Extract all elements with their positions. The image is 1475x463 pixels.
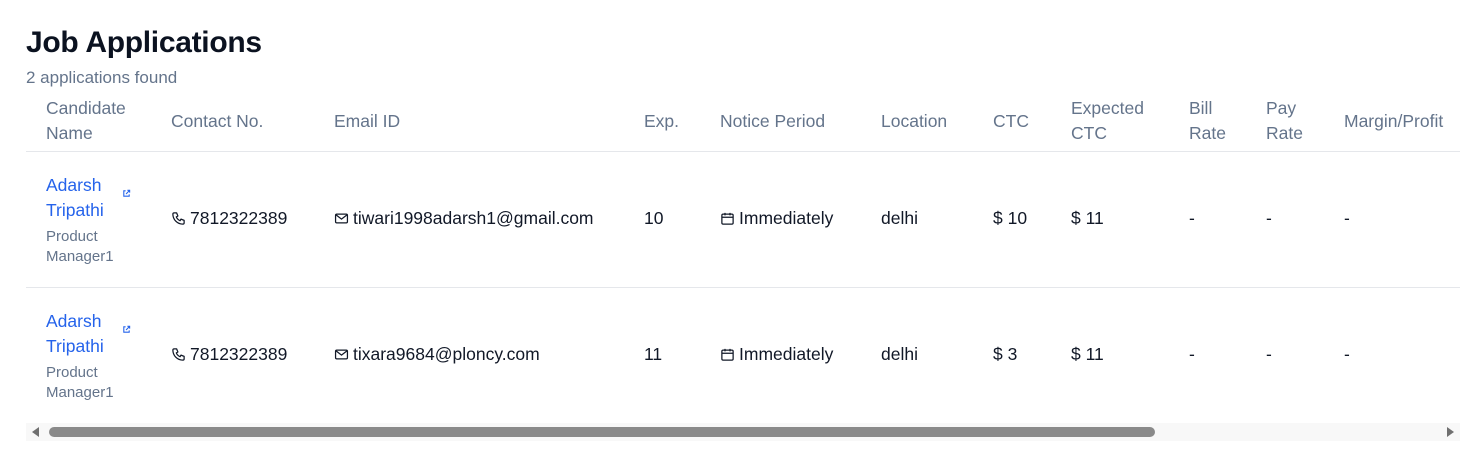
candidate-name-link[interactable]: Adarsh Tripathi [46,309,118,359]
scroll-left-arrow-icon[interactable] [32,427,39,437]
page-title: Job Applications [26,26,262,59]
pay-rate-value: - [1266,344,1272,364]
notice-period-value: Immediately [739,208,834,228]
external-link-icon[interactable] [122,325,131,334]
column-header-email[interactable]: Email ID [334,109,400,134]
candidate-role: Product Manager1 [46,228,114,265]
notice-period-value: Immediately [739,344,834,364]
ctc-value: $ 3 [993,344,1018,364]
mail-icon [334,213,349,224]
scrollbar-thumb[interactable] [49,427,1155,437]
job-applications-page: Job Applications 2 applications found Ca… [0,0,1475,463]
contact-number: 7812322389 [190,344,288,364]
location-value: delhi [881,344,918,364]
table-row: Adarsh Tripathi Product Manager1 7812322… [26,152,1460,288]
bill-rate-value: - [1189,208,1195,228]
table-row: Adarsh Tripathi Product Manager1 7812322… [26,288,1460,424]
contact-cell: 7812322389 [171,206,287,231]
email-cell: tiwari1998adarsh1@gmail.com [334,206,594,231]
location-value: delhi [881,208,918,228]
scroll-right-arrow-icon[interactable] [1447,427,1454,437]
column-header-margin[interactable]: Margin/Profit [1344,109,1443,134]
notice-period-cell: Immediately [720,206,833,231]
candidate-role: Product Manager1 [46,364,114,401]
bill-rate-value: - [1189,344,1195,364]
applications-table: Candidate Name Contact No. Email ID Exp.… [26,96,1460,424]
horizontal-scrollbar[interactable] [26,423,1460,441]
experience-value: 11 [644,344,663,364]
applications-count: 2 applications found [26,68,178,87]
column-header-location[interactable]: Location [881,109,947,134]
contact-number: 7812322389 [190,208,288,228]
margin-value: - [1344,208,1350,228]
calendar-icon [721,348,734,361]
expected-ctc-value: $ 11 [1071,344,1104,364]
notice-period-cell: Immediately [720,342,833,367]
email-cell: tixara9684@ploncy.com [334,342,540,367]
column-header-bill-rate[interactable]: Bill Rate [1189,96,1234,146]
column-header-exp[interactable]: Exp. [644,109,679,134]
expected-ctc-value: $ 11 [1071,208,1104,228]
email-address: tiwari1998adarsh1@gmail.com [353,208,594,228]
contact-cell: 7812322389 [171,342,287,367]
margin-value: - [1344,344,1350,364]
table-header-row: Candidate Name Contact No. Email ID Exp.… [26,96,1460,152]
external-link-icon[interactable] [122,189,131,198]
ctc-value: $ 10 [993,208,1028,228]
column-header-ctc[interactable]: CTC [993,109,1029,134]
calendar-icon [721,212,734,225]
column-header-notice-period[interactable]: Notice Period [720,109,825,134]
email-address: tixara9684@ploncy.com [353,344,540,364]
experience-value: 10 [644,208,664,228]
column-header-expected-ctc[interactable]: Expected CTC [1071,96,1161,146]
candidate-name-link[interactable]: Adarsh Tripathi [46,173,118,223]
mail-icon [334,349,349,360]
column-header-candidate-name[interactable]: Candidate Name [46,96,156,146]
column-header-contact[interactable]: Contact No. [171,109,263,134]
phone-icon [172,348,185,361]
phone-icon [172,212,185,225]
column-header-pay-rate[interactable]: Pay Rate [1266,96,1311,146]
pay-rate-value: - [1266,208,1272,228]
